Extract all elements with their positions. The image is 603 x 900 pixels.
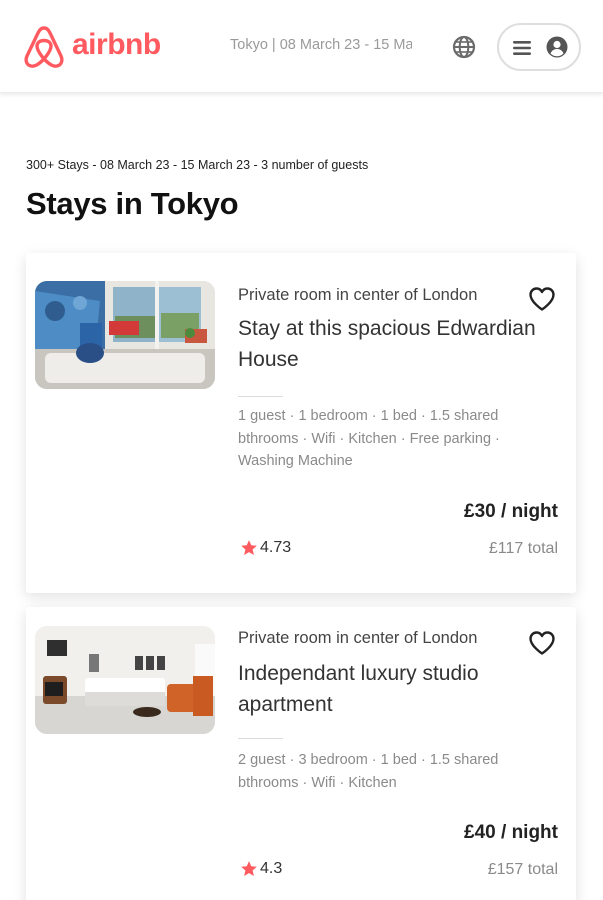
listing-total: £117 total — [488, 540, 558, 557]
rating-value: 4.73 — [260, 539, 292, 556]
listing-amenities: 1 guest · 1 bedroom · 1 bed · 1.5 shared… — [238, 408, 500, 469]
user-menu-button[interactable] — [497, 23, 581, 71]
results-summary: 300+ Stays - 08 March 23 - 15 March 23 -… — [26, 158, 369, 172]
page-title: Stays in Tokyo — [26, 186, 239, 221]
listing-title[interactable]: Stay at this spacious Edwardian House — [238, 313, 558, 375]
brand-name: airbnb — [72, 28, 161, 61]
hamburger-menu-icon — [513, 41, 531, 55]
listing-photo[interactable] — [35, 626, 215, 734]
listing-rating: 4.73 — [240, 539, 291, 557]
rating-value: 4.3 — [260, 860, 283, 877]
globe-icon[interactable] — [451, 34, 477, 60]
airbnb-belo-logo-icon — [24, 26, 64, 68]
listing-title[interactable]: Independant luxury studio apartment — [238, 658, 558, 720]
airbnb-logo[interactable]: airbnb — [22, 24, 161, 70]
search-summary[interactable]: Tokyo | 08 March 23 - 15 March 23 — [230, 37, 412, 53]
heart-outline-icon[interactable] — [528, 630, 556, 661]
user-account-icon — [546, 36, 568, 58]
top-navigation-bar: airbnb Tokyo | 08 March 23 - 15 March 23 — [0, 0, 603, 93]
listing-card[interactable]: Private room in center of London Stay at… — [26, 253, 576, 593]
listing-rating: 4.3 — [240, 860, 282, 878]
divider — [238, 738, 283, 739]
listing-price: £30 / night — [464, 501, 558, 522]
listing-price: £40 / night — [464, 822, 558, 843]
divider — [238, 396, 283, 397]
listing-amenities: 2 guest · 3 bedroom · 1 bed · 1.5 shared… — [238, 752, 499, 791]
star-icon — [241, 540, 257, 555]
star-icon — [241, 861, 257, 876]
listing-type: Private room in center of London — [238, 286, 478, 304]
listing-type: Private room in center of London — [238, 629, 478, 647]
listing-card[interactable]: Private room in center of London Indepen… — [26, 607, 576, 900]
listing-photo[interactable] — [35, 281, 215, 389]
listing-total: £157 total — [487, 861, 558, 878]
